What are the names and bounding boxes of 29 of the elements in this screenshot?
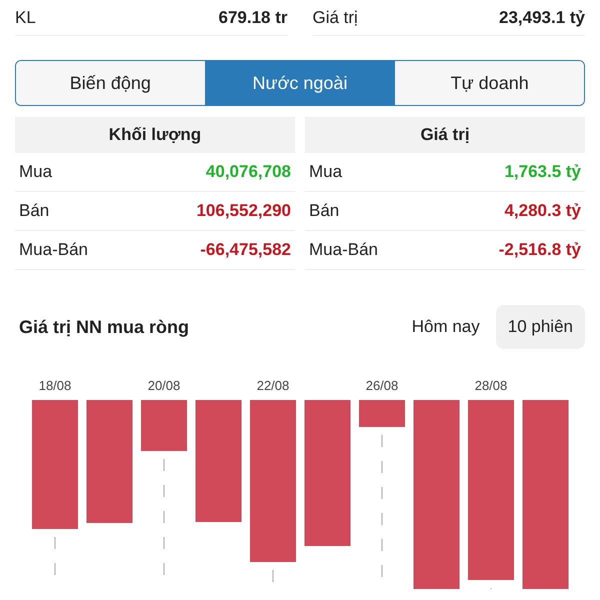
date-label: 20/08 bbox=[148, 378, 180, 393]
tab[interactable]: Tự doanh bbox=[394, 61, 584, 105]
row-label: Mua-Bán bbox=[19, 239, 88, 262]
tab[interactable]: Biến động bbox=[16, 61, 205, 105]
date-label: 26/08 bbox=[366, 378, 398, 393]
row-value: 4,280.3 tỷ bbox=[504, 200, 581, 222]
summary-value: 679.18 tr bbox=[218, 6, 288, 29]
summary-value: 23,493.1 tỷ bbox=[498, 6, 585, 29]
range-toggle[interactable]: Hôm nay bbox=[400, 305, 492, 349]
date-label: 18/08 bbox=[38, 378, 72, 393]
date-label: 22/08 bbox=[256, 378, 290, 393]
row-value: -2,516.8 tỷ bbox=[498, 239, 581, 262]
summary-label: KL bbox=[15, 6, 36, 29]
row-value: 40,076,708 bbox=[206, 161, 291, 184]
column-header: Khối lượng bbox=[15, 117, 295, 153]
row-label: Mua bbox=[19, 161, 52, 184]
summary-label: Giá trị bbox=[312, 6, 358, 29]
date-label: 28/08 bbox=[474, 378, 508, 393]
row-label: Mua bbox=[309, 161, 342, 184]
column-header: Giá trị bbox=[305, 117, 585, 153]
range-toggle[interactable]: 10 phiên bbox=[496, 305, 585, 349]
row-label: Mua-Bán bbox=[309, 239, 378, 262]
row-value: 106,552,290 bbox=[196, 200, 291, 222]
row-label: Bán bbox=[309, 200, 340, 222]
row-label: Bán bbox=[19, 200, 50, 222]
tab[interactable]: Nước ngoài bbox=[204, 61, 394, 105]
row-value: -66,475,582 bbox=[200, 239, 291, 262]
row-value: 1,763.5 tỷ bbox=[504, 161, 581, 184]
chart-title: Giá trị NN mua ròng bbox=[18, 316, 190, 339]
